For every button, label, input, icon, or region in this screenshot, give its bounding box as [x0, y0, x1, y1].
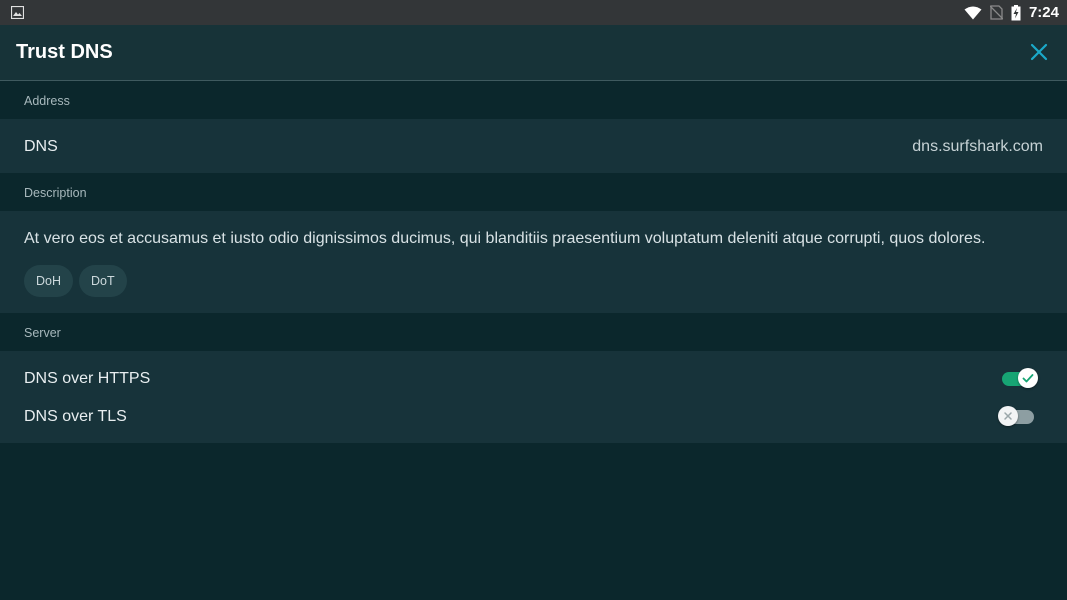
image-icon: [11, 6, 24, 19]
status-bar: 7:24: [0, 0, 1067, 25]
dns-address-row[interactable]: DNS dns.surfshark.com: [0, 119, 1067, 173]
server-header-label: Server: [24, 326, 61, 340]
dns-over-https-toggle[interactable]: [1000, 366, 1040, 390]
clock: 7:24: [1028, 4, 1059, 21]
description-header-label: Description: [24, 186, 87, 200]
description-section-header: Description: [0, 173, 1067, 211]
dns-over-tls-toggle[interactable]: [998, 404, 1038, 428]
battery-charging-icon: [1011, 4, 1021, 20]
chip-dot: DoT: [79, 265, 127, 297]
address-section-header: Address: [0, 81, 1067, 119]
description-text: At vero eos et accusamus et iusto odio d…: [24, 230, 986, 247]
close-icon[interactable]: [1029, 42, 1049, 62]
dns-over-tls-label: DNS over TLS: [24, 408, 127, 425]
dns-address-value: dns.surfshark.com: [912, 138, 1043, 155]
no-sim-icon: [989, 5, 1003, 20]
wifi-icon: [964, 6, 982, 19]
server-section-header: Server: [0, 313, 1067, 351]
toggle-thumb: [1018, 368, 1038, 388]
address-header-label: Address: [24, 94, 70, 108]
x-icon: [1004, 412, 1012, 420]
dns-over-https-label: DNS over HTTPS: [24, 370, 151, 387]
description-card: At vero eos et accusamus et iusto odio d…: [0, 211, 1067, 313]
check-icon: [1022, 374, 1034, 383]
dns-label: DNS: [24, 138, 58, 155]
chip-doh: DoH: [24, 265, 74, 297]
page-title: Trust DNS: [16, 41, 113, 63]
toggle-thumb: [998, 406, 1018, 426]
app-bar: Trust DNS: [0, 25, 1067, 81]
server-card: DNS over HTTPS DNS over TLS: [0, 351, 1067, 443]
